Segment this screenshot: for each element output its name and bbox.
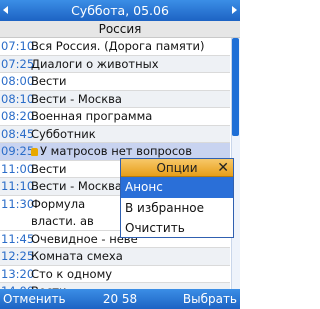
select-softkey[interactable]: Выбрать bbox=[183, 289, 237, 309]
menu-item-announce[interactable]: Анонс bbox=[121, 177, 233, 198]
menu-item-favorites[interactable]: В избранное bbox=[121, 198, 233, 219]
program-title: Вести bbox=[31, 161, 67, 176]
program-title: Диалоги о животных bbox=[31, 56, 159, 71]
prev-day-arrow-icon[interactable] bbox=[3, 6, 8, 14]
program-title: Вести - Москва bbox=[31, 179, 122, 193]
program-time: 08:00 bbox=[1, 74, 35, 88]
program-row[interactable]: 07:25Диалоги о животных bbox=[0, 55, 230, 73]
softkey-bar: Отменить 20 58 Выбрать bbox=[0, 289, 240, 309]
next-day-arrow-icon[interactable] bbox=[232, 6, 237, 14]
channel-name: Россия bbox=[0, 21, 240, 38]
program-row[interactable]: 08:45Субботник bbox=[0, 125, 230, 143]
program-title: Вся Россия. (Дорога памяти) bbox=[31, 39, 205, 53]
options-popup: Опции ✕ Анонс В избранное Очистить bbox=[120, 158, 234, 238]
reminder-bell-icon bbox=[31, 148, 38, 156]
program-time: 12:25 bbox=[1, 249, 35, 263]
program-time: 08:20 bbox=[1, 109, 35, 123]
program-title: Комната смеха bbox=[31, 249, 123, 263]
scrollbar-thumb[interactable] bbox=[232, 38, 239, 136]
program-time: 08:10 bbox=[1, 91, 35, 106]
program-row[interactable]: 08:20Военная программа bbox=[0, 108, 230, 126]
program-row[interactable]: 12:25Комната смеха bbox=[0, 248, 230, 266]
program-title: Вести - Москва bbox=[31, 91, 122, 106]
program-row[interactable]: 13:20Сто к одному bbox=[0, 266, 230, 283]
program-title: У матросов нет вопросов bbox=[40, 144, 192, 158]
program-title: Военная программа bbox=[31, 109, 153, 123]
program-time: 09:25 bbox=[1, 144, 35, 158]
program-time: 08:45 bbox=[1, 126, 35, 141]
program-row[interactable]: 08:10Вести - Москва bbox=[0, 90, 230, 108]
program-time: 11:45 bbox=[1, 231, 35, 246]
program-time: 11:00 bbox=[1, 161, 35, 176]
program-row[interactable]: 08:00Вести bbox=[0, 73, 230, 91]
options-popup-header: Опции ✕ bbox=[121, 159, 233, 177]
program-row[interactable]: 07:10Вся Россия. (Дорога памяти) bbox=[0, 38, 230, 56]
close-icon[interactable]: ✕ bbox=[217, 159, 229, 177]
program-time: 13:20 bbox=[1, 266, 35, 281]
program-time: 07:10 bbox=[1, 39, 35, 53]
program-title: Формула власти. ав Гавел) bbox=[31, 196, 94, 228]
date-title: Суббота, 05.06 bbox=[71, 3, 169, 18]
program-title: Сто к одному bbox=[31, 266, 113, 281]
program-title: Вести bbox=[31, 74, 67, 88]
title-bar: Суббота, 05.06 bbox=[0, 0, 240, 21]
options-popup-title: Опции bbox=[156, 161, 198, 175]
program-time: 11:10 bbox=[1, 179, 35, 193]
program-time: 07:25 bbox=[1, 56, 35, 71]
program-title: Субботник bbox=[31, 126, 96, 141]
menu-item-clear[interactable]: Очистить bbox=[121, 218, 233, 239]
program-time: 11:30 bbox=[1, 196, 35, 211]
